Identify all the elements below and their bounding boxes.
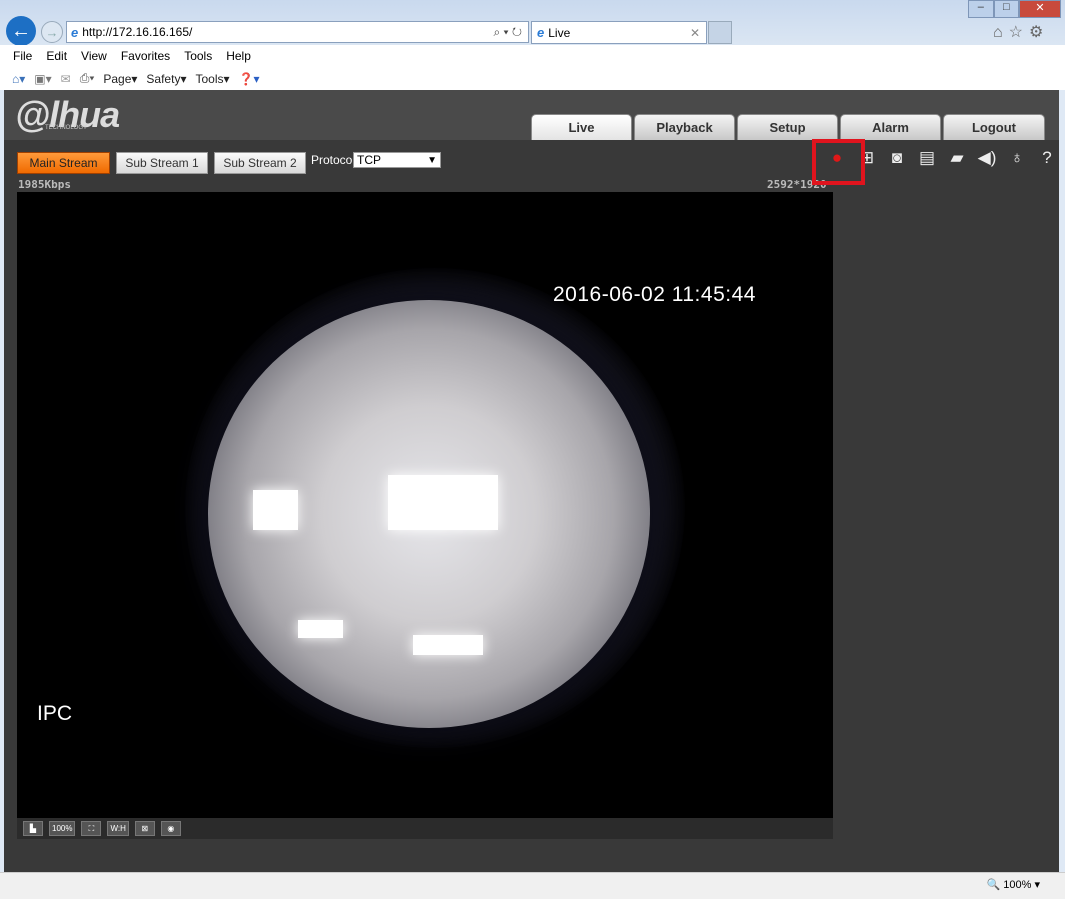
highlight-box <box>812 139 865 185</box>
aspect-ratio-button[interactable]: W:H <box>107 821 129 836</box>
forward-button[interactable]: → <box>41 21 63 43</box>
tab-playback[interactable]: Playback <box>634 114 735 140</box>
bitrate-readout: 1985Kbps <box>18 178 71 191</box>
osd-channel-name: IPC <box>37 702 73 725</box>
logo-subtitle: TECHNOLOGY <box>45 125 88 131</box>
feeds-icon[interactable]: ▣▾ <box>34 72 51 86</box>
browser-right-icons[interactable]: ⌂☆⚙ <box>993 22 1049 42</box>
minimize-button[interactable]: – <box>968 0 994 18</box>
microphone-icon[interactable]: ♁ <box>1006 148 1028 168</box>
zoom-value: 100% <box>1003 879 1032 891</box>
menu-edit[interactable]: Edit <box>46 49 67 63</box>
video-toolbar: ▙ 100% ⛶ W:H ⊠ ◉ <box>17 818 833 839</box>
command-bar: ⌂▾ ▣▾ ✉ ⎙▾ Page▾ Safety▾ Tools▾ ❓▾ <box>0 67 1065 90</box>
favorites-star-icon[interactable]: ☆ <box>1009 24 1029 41</box>
menu-help[interactable]: Help <box>226 49 251 63</box>
record-icon[interactable]: ▰ <box>946 148 968 168</box>
safety-label: Safety <box>146 71 181 86</box>
fullscreen-icon[interactable]: ⛶ <box>81 821 102 836</box>
status-bar: 🔍 100% ▾ <box>0 872 1065 899</box>
page-label: Page <box>103 71 132 86</box>
home-icon[interactable]: ⌂ <box>993 24 1009 41</box>
ceiling-light <box>298 620 343 638</box>
menu-tools[interactable]: Tools <box>184 49 212 63</box>
menu-favorites[interactable]: Favorites <box>121 49 170 63</box>
ratio-icon[interactable]: ⊠ <box>134 821 155 836</box>
maximize-button[interactable]: □ <box>993 0 1020 18</box>
safety-menu[interactable]: Safety▾ <box>146 72 186 86</box>
tools-menu[interactable]: Tools▾ <box>195 72 229 86</box>
protocol-select[interactable]: TCP ▼ <box>353 152 441 168</box>
tab-logout[interactable]: Logout <box>943 114 1045 140</box>
tab-live[interactable]: Live <box>531 114 632 140</box>
menu-file[interactable]: File <box>13 49 32 63</box>
osd-timestamp: 2016-06-02 11:45:44 <box>553 283 756 306</box>
ie-icon: e <box>537 25 545 40</box>
ceiling-light <box>253 490 298 530</box>
mail-icon[interactable]: ✉ <box>61 72 71 86</box>
snapshot-icon[interactable]: ◙ <box>886 148 908 168</box>
url-text: http://172.16.16.165/ <box>82 25 193 39</box>
help-icon[interactable]: ❓▾ <box>239 72 260 86</box>
home-icon[interactable]: ⌂▾ <box>12 72 25 86</box>
address-bar[interactable]: e http://172.16.16.165/ ⌕ ▾ ↻ <box>66 21 529 43</box>
help-icon[interactable]: ? <box>1036 148 1058 168</box>
back-button[interactable]: ← <box>6 16 36 46</box>
tab-title: Live <box>548 25 571 40</box>
ceiling-light <box>388 475 498 530</box>
protocol-label: Protocol <box>311 153 356 167</box>
menu-bar: File Edit View Favorites Tools Help <box>0 45 1065 67</box>
sub-stream-2-button[interactable]: Sub Stream 2 <box>214 152 306 174</box>
sub-stream-1-button[interactable]: Sub Stream 1 <box>116 152 208 174</box>
print-icon[interactable]: ⎙▾ <box>80 71 95 86</box>
close-window-button[interactable]: ✕ <box>1019 0 1061 18</box>
original-size-button[interactable]: 100% <box>49 821 76 836</box>
tools-label: Tools <box>195 71 224 86</box>
chevron-down-icon: ▼ <box>427 154 437 166</box>
window-controls: – □ ✕ <box>968 0 1061 18</box>
main-stream-button[interactable]: Main Stream <box>17 152 110 174</box>
tab-alarm[interactable]: Alarm <box>840 114 941 140</box>
audio-icon[interactable]: ◀) <box>976 148 998 168</box>
page-menu[interactable]: Page▾ <box>103 72 137 86</box>
fisheye-icon[interactable]: ▙ <box>23 821 43 836</box>
gear-icon[interactable]: ⚙ <box>1029 24 1049 41</box>
menu-view[interactable]: View <box>81 49 107 63</box>
eye-icon[interactable]: ◉ <box>160 821 181 836</box>
ie-icon: e <box>71 24 79 40</box>
triple-snapshot-icon[interactable]: ▤ <box>916 148 938 168</box>
browser-tab[interactable]: e Live ✕ <box>531 21 707 44</box>
tab-setup[interactable]: Setup <box>737 114 838 140</box>
close-tab-icon[interactable]: ✕ <box>690 26 700 40</box>
new-tab-button[interactable] <box>708 21 732 44</box>
zoom-level[interactable]: 🔍 100% ▾ <box>987 878 1040 891</box>
search-refresh-icon[interactable]: ⌕ ▾ ↻ <box>493 25 522 40</box>
ceiling-light <box>413 635 483 655</box>
protocol-value: TCP <box>357 153 381 167</box>
fisheye-image <box>208 300 650 728</box>
